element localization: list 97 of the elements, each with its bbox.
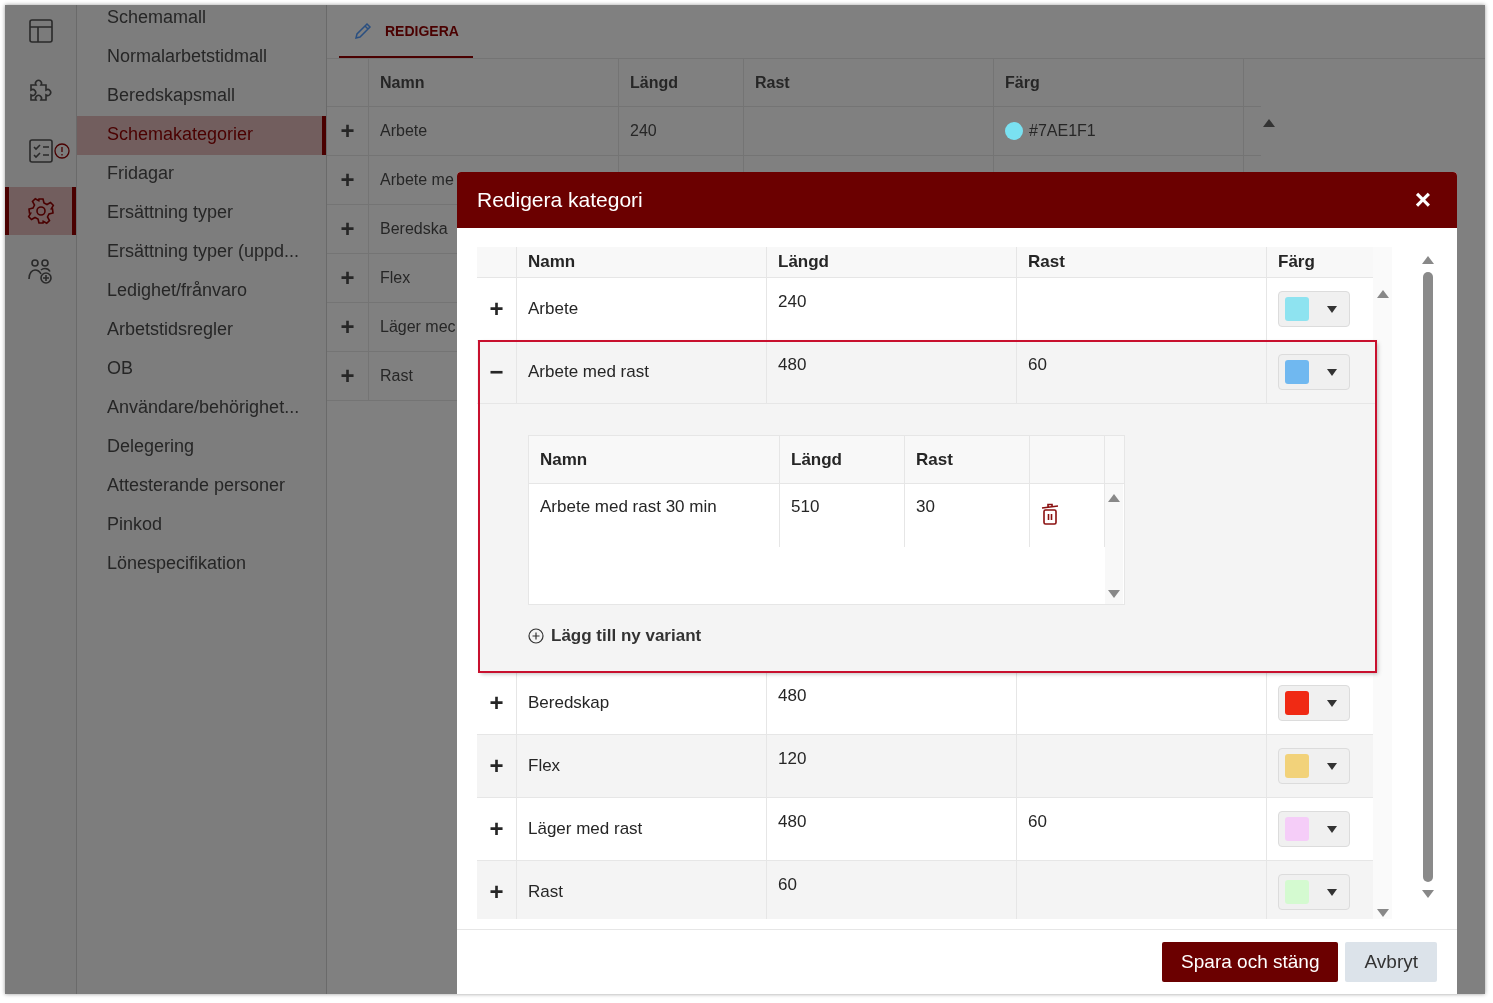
table-cell: Läger mec	[380, 318, 456, 336]
table-cell: 30	[916, 497, 935, 516]
table-cell: Flex	[380, 269, 411, 287]
column-header: Färg	[1277, 251, 1316, 273]
table-cell: Läger med rast	[528, 819, 643, 839]
cancel-button[interactable]: Avbryt	[1345, 942, 1437, 982]
color-picker[interactable]	[1278, 748, 1350, 784]
nav-item[interactable]: Lönespecifikation	[77, 545, 326, 584]
color-picker[interactable]	[1278, 811, 1350, 847]
scroll-up-icon	[1263, 119, 1275, 127]
column-header: Namn	[369, 59, 619, 106]
table-cell: 480	[778, 355, 807, 374]
caret-icon	[1327, 368, 1337, 376]
table-cell: 60	[1028, 812, 1047, 831]
column-header: Längd	[619, 59, 744, 106]
expand-toggle[interactable]: +	[340, 168, 355, 192]
save-button[interactable]: Spara och stäng	[1162, 942, 1339, 982]
scroll-up-icon	[1422, 256, 1434, 264]
expand-toggle[interactable]: +	[489, 297, 504, 321]
color-picker[interactable]	[1278, 874, 1350, 910]
table-cell: #7AE1F1	[1029, 122, 1096, 140]
expand-toggle[interactable]: +	[340, 315, 355, 339]
table-cell: Rast	[380, 367, 413, 385]
column-header: Rast	[1017, 247, 1267, 277]
table-cell: Arbete	[528, 299, 579, 319]
color-picker[interactable]	[1278, 685, 1350, 721]
table-cell: Arbete med rast	[528, 362, 649, 382]
table-cell: 240	[630, 122, 657, 140]
color-picker[interactable]	[1278, 354, 1350, 390]
table-cell: Beredskap	[528, 693, 610, 713]
table-cell: 120	[778, 749, 807, 768]
expand-toggle[interactable]: −	[489, 360, 504, 384]
expand-toggle[interactable]: +	[489, 880, 504, 904]
column-header: Rast	[905, 436, 1030, 483]
nav-item[interactable]: Normalarbetstidmall	[77, 38, 326, 77]
scroll-up-icon	[1108, 494, 1120, 502]
expand-toggle[interactable]: +	[489, 817, 504, 841]
table-cell: Arbete med rast 30 min	[540, 497, 717, 516]
nav-item[interactable]: Ledighet/frånvaro	[77, 272, 326, 311]
scroll-down-icon	[1376, 909, 1389, 917]
caret-icon	[1327, 762, 1337, 770]
scroll-down-icon	[1422, 890, 1434, 898]
rail-item[interactable]	[5, 187, 76, 235]
column-header: Färg	[994, 59, 1244, 106]
nav-item[interactable]: Fridagar	[77, 155, 326, 194]
nav-item[interactable]: Ersättning typer	[77, 194, 326, 233]
scroll-down-icon	[1108, 590, 1120, 598]
close-button[interactable]: ×	[1408, 184, 1437, 216]
column-header: Längd	[780, 436, 905, 483]
plus-circle-icon	[528, 628, 544, 644]
caret-icon	[1327, 305, 1337, 313]
add-variant-button[interactable]: Lägg till ny variant	[528, 626, 702, 646]
scroll-up-icon	[1376, 290, 1389, 298]
color-picker[interactable]	[1278, 291, 1350, 327]
table-cell: 480	[778, 686, 807, 705]
table-cell: Beredska	[380, 220, 448, 238]
table-cell: Rast	[528, 882, 563, 902]
expand-toggle[interactable]: +	[340, 119, 355, 143]
expand-toggle[interactable]: +	[489, 691, 504, 715]
caret-icon	[1327, 699, 1337, 707]
caret-icon	[1327, 825, 1337, 833]
table-cell: Flex	[528, 756, 561, 776]
table-cell: 480	[778, 812, 807, 831]
settings-icon	[26, 197, 55, 225]
nav-item[interactable]: Pinkod	[77, 506, 326, 545]
table-cell: 60	[778, 875, 797, 894]
delete-icon[interactable]	[1041, 503, 1059, 525]
nav-item[interactable]: Arbetstidsregler	[77, 311, 326, 350]
table-cell: Arbete me	[380, 171, 454, 189]
nav-item[interactable]: Schemakategorier	[77, 116, 326, 155]
layout-icon	[27, 18, 54, 44]
column-header: Namn	[517, 247, 767, 277]
expand-toggle[interactable]: +	[340, 266, 355, 290]
scrollbar-thumb[interactable]	[1423, 272, 1433, 882]
expand-toggle[interactable]: +	[489, 754, 504, 778]
nav-item[interactable]: Ersättning typer (uppd...	[77, 233, 326, 272]
table-cell: 60	[1028, 355, 1047, 374]
expand-toggle[interactable]: +	[340, 364, 355, 388]
dialog-title: Redigera kategori	[477, 188, 643, 212]
nav-item[interactable]: Användare/behörighet...	[77, 389, 326, 428]
edit-tab[interactable]: REDIGERA	[339, 5, 473, 58]
column-header: Rast	[744, 59, 994, 106]
pencil-icon	[353, 20, 373, 41]
nav-item[interactable]: Schemamall	[77, 5, 326, 38]
checklist-icon	[27, 138, 54, 164]
nav-item[interactable]: Attesterande personer	[77, 467, 326, 506]
column-header: Namn	[529, 436, 780, 483]
nav-item[interactable]: Beredskapsmall	[77, 77, 326, 116]
caret-icon	[1327, 888, 1337, 896]
column-header: Längd	[767, 247, 1017, 277]
table-cell: 240	[778, 292, 807, 311]
expand-toggle[interactable]: +	[340, 217, 355, 241]
nav-item[interactable]: Delegering	[77, 428, 326, 467]
table-cell: 510	[791, 497, 820, 516]
nav-item[interactable]: OB	[77, 350, 326, 389]
users-add-icon	[26, 257, 55, 285]
table-cell: Arbete	[380, 122, 428, 140]
